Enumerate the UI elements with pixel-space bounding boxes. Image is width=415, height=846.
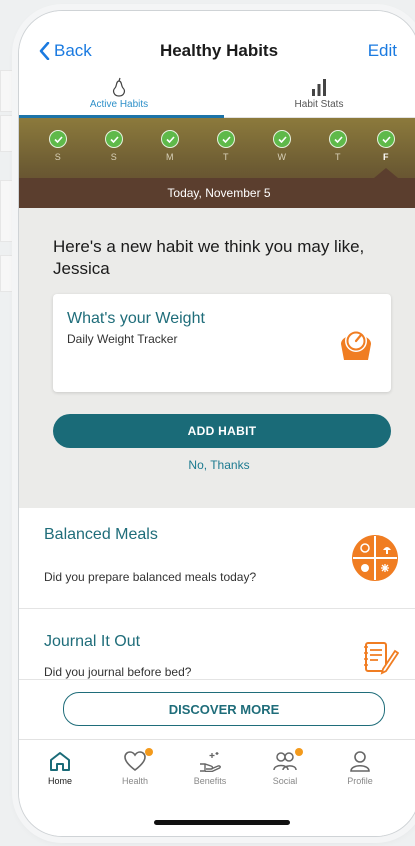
habit-question: Did you journal before bed? [44,665,192,679]
tab-active-habits[interactable]: Active Habits [19,71,224,118]
day-letter: W [277,152,287,162]
check-circle-icon [273,130,291,148]
tab-home[interactable]: Home [30,750,90,786]
today-pointer [374,168,398,178]
scale-icon [341,330,371,360]
edit-button[interactable]: Edit [368,41,397,61]
tab-label: Social [272,776,298,786]
notification-badge [145,748,153,756]
habit-suggestion-section: Here's a new habit we think you may like… [19,208,415,508]
day-letter: T [335,152,341,162]
person-icon [348,750,372,772]
people-icon [273,748,303,772]
check-circle-icon [217,130,235,148]
day-tuesday[interactable]: T [212,130,240,162]
check-circle-icon [377,130,395,148]
habit-tabs: Active Habits Habit Stats [19,71,415,118]
tab-label: Active Habits [89,99,149,110]
suggestion-heading: Here's a new habit we think you may like… [53,237,365,278]
day-letter: F [383,152,389,162]
tab-social[interactable]: Social [255,748,315,786]
benefits-hand-icon [198,750,222,773]
card-subtitle: Daily Weight Tracker [67,332,178,346]
day-monday[interactable]: M [156,130,184,162]
day-thursday[interactable]: T [324,130,352,162]
tab-label: Health [121,776,148,786]
day-letter: S [54,152,62,162]
tab-label: Benefits [193,776,227,786]
habit-title: Balanced Meals [44,526,158,543]
check-circle-icon [329,130,347,148]
no-thanks-link[interactable]: No, Thanks [19,458,415,472]
check-circle-icon [49,130,67,148]
week-progress-strip: S S M T W T F Today, November 5 [19,118,415,208]
tab-label: Habit Stats [294,99,344,110]
day-friday[interactable]: F [372,130,400,162]
day-sunday[interactable]: S [44,130,72,162]
tab-benefits[interactable]: Benefits [180,750,240,786]
pear-icon [113,77,125,97]
home-icon [48,750,72,772]
habit-item-balanced-meals[interactable]: Balanced Meals Did you prepare balanced … [19,508,415,609]
phone-frame: Back Healthy Habits Edit Active Habits H… [18,10,415,837]
discover-more-section: DISCOVER MORE [19,679,415,740]
card-title: What's your Weight [67,310,205,327]
tab-habit-stats[interactable]: Habit Stats [219,71,415,117]
tab-label: Home [47,776,72,786]
habit-item-journal[interactable]: Journal It Out Did you journal before be… [19,609,415,680]
notification-badge [295,748,303,756]
day-letter: S [110,152,118,162]
check-circle-icon [105,130,123,148]
suggested-habit-card[interactable]: What's your Weight Daily Weight Tracker [53,294,391,392]
tab-health[interactable]: Health [105,748,165,786]
add-habit-button[interactable]: ADD HABIT [53,414,391,448]
balanced-plate-icon [352,535,398,581]
check-circle-icon [161,130,179,148]
today-label: Today, November 5 [167,186,271,200]
habit-title: Journal It Out [44,633,141,650]
discover-more-button[interactable]: DISCOVER MORE [63,692,385,726]
bottom-tab-bar: Home Health Benefits Social Profile [19,739,415,836]
day-letter: M [166,152,174,162]
tab-profile[interactable]: Profile [330,750,390,786]
day-wednesday[interactable]: W [268,130,296,162]
page-title: Healthy Habits [159,41,279,60]
home-indicator[interactable] [154,820,290,825]
heart-icon [123,748,153,772]
bar-chart-icon [312,79,326,96]
habit-question: Did you prepare balanced meals today? [44,570,257,584]
tab-label: Profile [347,776,373,786]
day-letter: T [223,152,229,162]
journal-icon [364,642,399,675]
day-saturday[interactable]: S [100,130,128,162]
